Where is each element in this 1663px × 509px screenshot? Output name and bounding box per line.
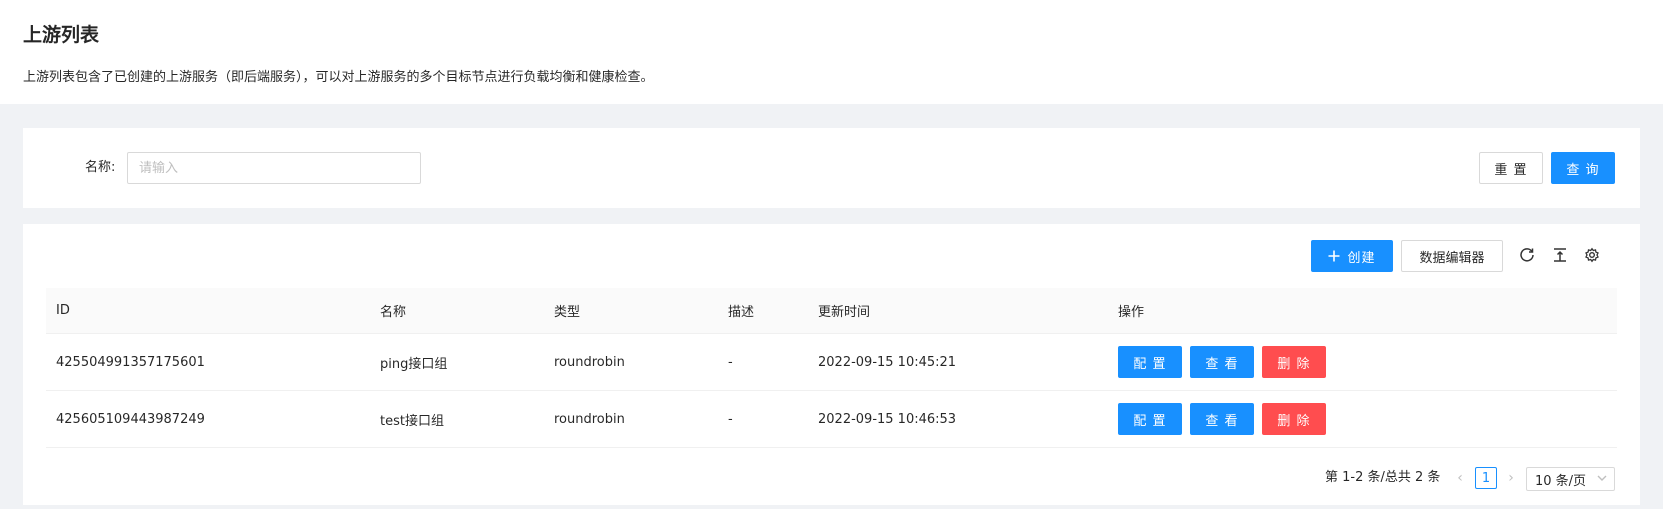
page-number[interactable]: 1 <box>1475 467 1497 489</box>
delete-button[interactable]: 删 除 <box>1262 403 1326 435</box>
cell-id: 425504991357175601 <box>56 354 205 370</box>
page-description: 上游列表包含了已创建的上游服务（即后端服务），可以对上游服务的多个目标节点进行负… <box>23 70 654 85</box>
column-header-id: ID <box>56 303 70 318</box>
table-row: 425504991357175601 ping接口组 roundrobin - … <box>46 334 1617 391</box>
column-header-desc: 描述 <box>728 305 755 320</box>
density-icon[interactable] <box>1551 246 1569 264</box>
table-row: 425605109443987249 test接口组 roundrobin - … <box>46 391 1617 448</box>
reload-icon[interactable] <box>1518 246 1536 264</box>
column-header-actions: 操作 <box>1118 305 1145 320</box>
configure-button[interactable]: 配 置 <box>1118 403 1182 435</box>
cell-name: ping接口组 <box>380 356 448 372</box>
cell-type: roundrobin <box>554 411 625 427</box>
page-header: 上游列表 上游列表包含了已创建的上游服务（即后端服务），可以对上游服务的多个目标… <box>0 0 1663 104</box>
settings-icon[interactable] <box>1583 246 1601 264</box>
next-page-icon[interactable]: › <box>1502 466 1520 490</box>
pagination-total: 第 1-2 条/总共 2 条 <box>1325 470 1441 485</box>
data-editor-button[interactable]: 数据编辑器 <box>1401 240 1503 272</box>
cell-name: test接口组 <box>380 413 444 429</box>
cell-id: 425605109443987249 <box>56 411 205 427</box>
prev-page-icon[interactable]: ‹ <box>1451 466 1469 490</box>
view-button[interactable]: 查 看 <box>1190 403 1254 435</box>
cell-desc: - <box>728 411 733 427</box>
create-button[interactable]: 创建 <box>1311 240 1393 272</box>
cell-updated: 2022-09-15 10:45:21 <box>818 354 957 370</box>
configure-button[interactable]: 配 置 <box>1118 346 1182 378</box>
name-label: 名称: <box>85 160 116 175</box>
reset-button[interactable]: 重 置 <box>1479 152 1543 184</box>
column-header-updated: 更新时间 <box>818 305 871 320</box>
search-form: 名称: 重 置 查 询 <box>23 128 1640 208</box>
page-size-value: 10 条/页 <box>1535 473 1587 489</box>
chevron-down-icon <box>1596 472 1608 488</box>
view-button[interactable]: 查 看 <box>1190 346 1254 378</box>
delete-button[interactable]: 删 除 <box>1262 346 1326 378</box>
query-button[interactable]: 查 询 <box>1551 152 1615 184</box>
name-search-input[interactable] <box>127 152 421 184</box>
upstream-table-card: 创建 数据编辑器 ID 名称 类型 描述 更新时间 操作 42550499135… <box>23 224 1640 505</box>
table-header: ID 名称 类型 描述 更新时间 操作 <box>46 288 1617 334</box>
cell-desc: - <box>728 354 733 370</box>
page-title: 上游列表 <box>23 24 100 46</box>
create-label: 创建 <box>1347 250 1376 266</box>
plus-icon <box>1328 250 1340 262</box>
column-header-name: 名称 <box>380 305 407 320</box>
page-size-select[interactable]: 10 条/页 <box>1526 467 1615 491</box>
cell-updated: 2022-09-15 10:46:53 <box>818 411 957 427</box>
column-header-type: 类型 <box>554 305 581 320</box>
cell-type: roundrobin <box>554 354 625 370</box>
